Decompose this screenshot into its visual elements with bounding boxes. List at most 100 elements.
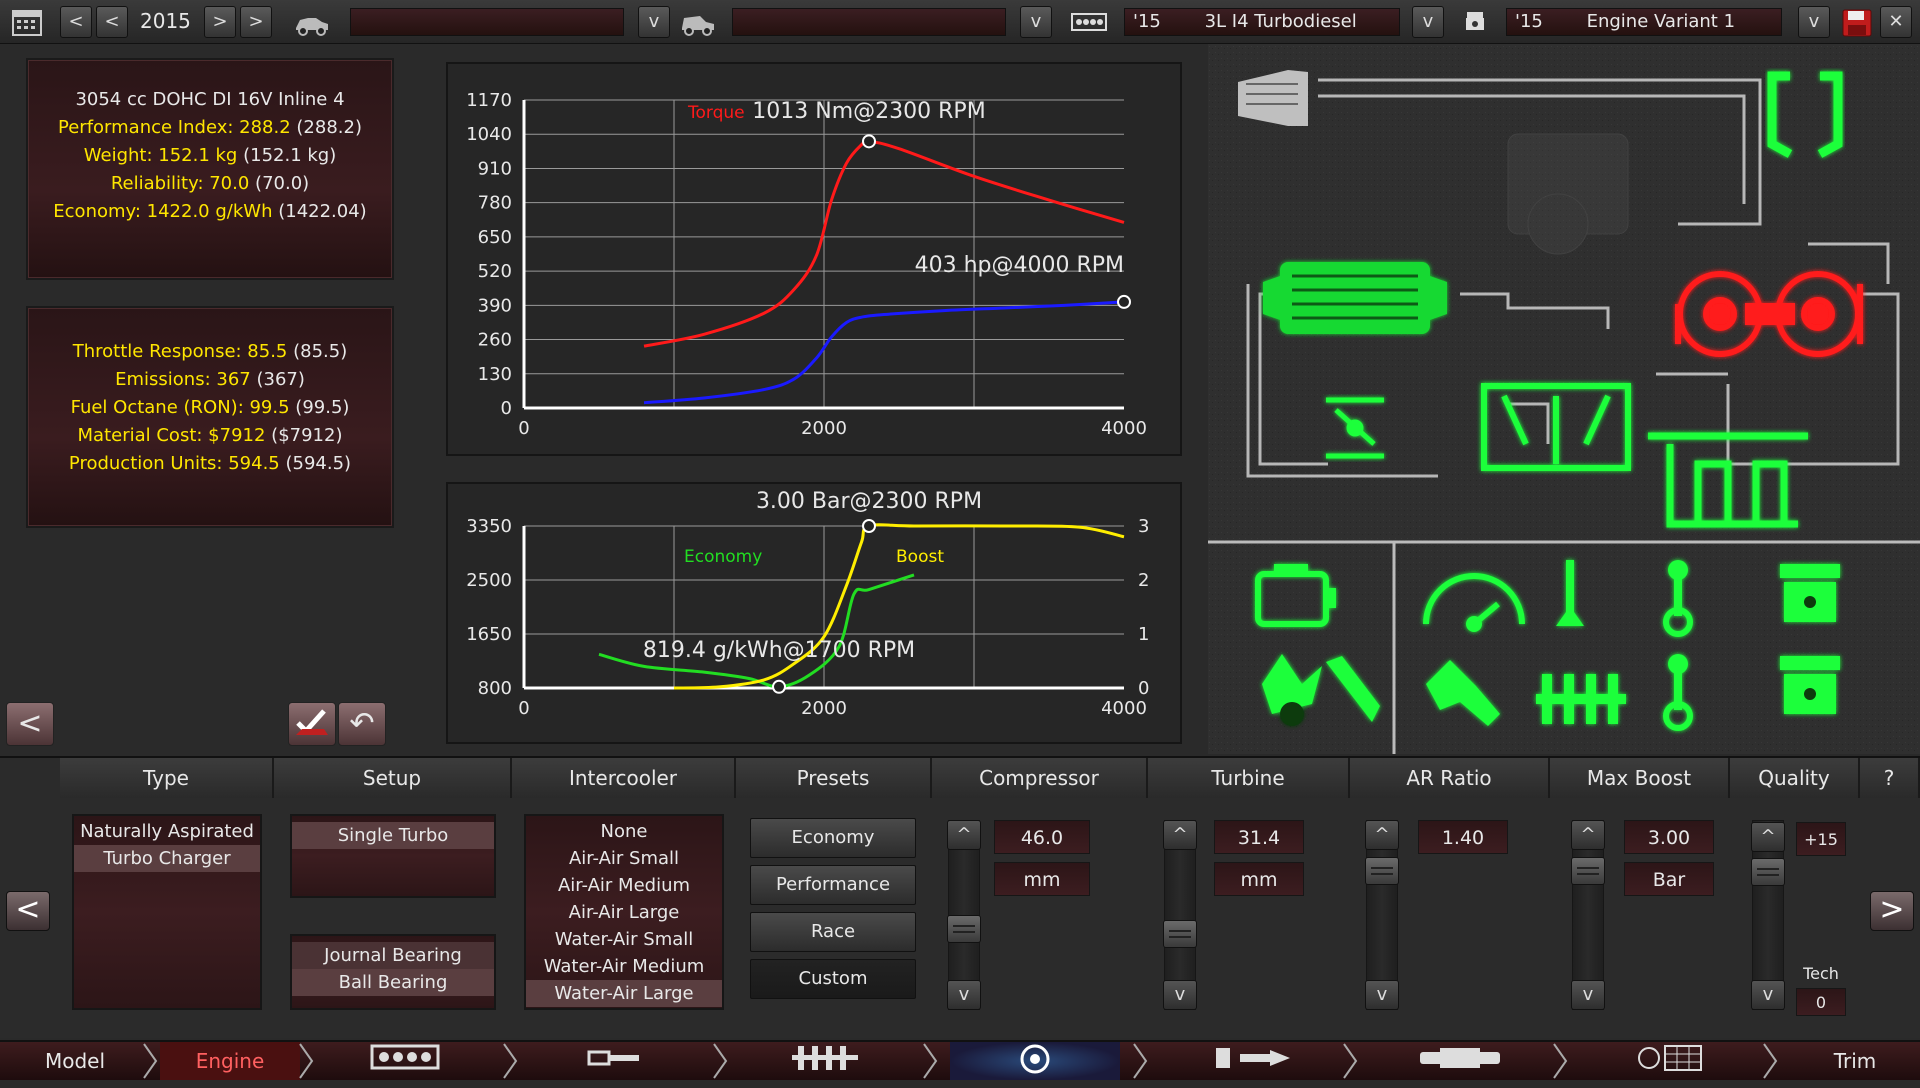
economy-legend-label: Economy <box>684 547 762 567</box>
undo-button[interactable]: ↶ <box>338 702 386 746</box>
chevron-right-icon <box>1550 1042 1570 1080</box>
engine-name: 3L I4 Turbodiesel <box>1204 11 1357 32</box>
intercooler-option[interactable]: Water-Air Small <box>526 926 722 953</box>
quality-up-button[interactable]: ^ <box>1751 822 1785 852</box>
performance-index-stat: Performance Index: 288.2 (288.2) <box>58 117 362 138</box>
y-tick-label: 390 <box>478 295 512 316</box>
compressor-down-button[interactable]: v <box>947 980 981 1010</box>
nav-engine[interactable]: Engine <box>160 1042 300 1080</box>
y-tick-label: 800 <box>478 678 512 699</box>
y-tick-label: 130 <box>478 364 512 385</box>
chevron-right-icon <box>296 1042 316 1080</box>
preset-performance-button[interactable]: Performance <box>750 865 916 905</box>
bearing-option-journal[interactable]: Journal Bearing <box>292 942 494 969</box>
year-label: 2015 <box>140 9 191 33</box>
ar-ratio-slider-thumb[interactable] <box>1365 856 1399 885</box>
piston-alt-icon <box>1780 656 1840 714</box>
intercooler-option[interactable]: Air-Air Large <box>526 899 722 926</box>
max-boost-value: 3.00 <box>1624 820 1714 854</box>
save-icon[interactable] <box>1840 8 1874 37</box>
nav-crankshaft-icon[interactable] <box>750 1042 900 1080</box>
bearing-option-ball[interactable]: Ball Bearing <box>292 969 494 996</box>
nav-camshaft-icon[interactable] <box>540 1042 690 1080</box>
year-prev-fast-button[interactable]: < <box>60 6 92 38</box>
nav-trim[interactable]: Trim <box>1790 1042 1920 1080</box>
intercooler-option[interactable]: Air-Air Medium <box>526 872 722 899</box>
model-dropdown-button[interactable]: v <box>638 6 670 38</box>
type-option-naturally-aspirated[interactable]: Naturally Aspirated <box>74 818 260 845</box>
type-option-turbo-charger[interactable]: Turbo Charger <box>74 845 260 872</box>
intercooler-option[interactable]: Water-Air Medium <box>526 953 722 980</box>
intercooler-option[interactable]: Air-Air Small <box>526 845 722 872</box>
preset-custom-button[interactable]: Custom <box>750 959 916 999</box>
nav-block-icon[interactable] <box>330 1042 480 1080</box>
year-next-button[interactable]: > <box>204 6 236 38</box>
variant-name: Engine Variant 1 <box>1586 11 1736 32</box>
y-tick-label: 0 <box>501 398 512 419</box>
close-button[interactable]: ✕ <box>1880 6 1912 38</box>
compressor-slider-thumb[interactable] <box>947 915 981 943</box>
turbo-setup-list: Single Turbo <box>290 814 496 898</box>
turbo-schematic-svg <box>1208 44 1920 754</box>
setup-option-single-turbo[interactable]: Single Turbo <box>292 822 494 849</box>
trim-dropdown-button[interactable]: v <box>1020 6 1052 38</box>
ar-ratio-up-button[interactable]: ^ <box>1365 820 1399 850</box>
preset-economy-button[interactable]: Economy <box>750 818 916 858</box>
header-intercooler: Intercooler <box>512 758 736 798</box>
y-tick-label: 3350 <box>466 516 512 537</box>
y-tick-label: 2500 <box>466 570 512 591</box>
fuel-octane-stat: Fuel Octane (RON): 99.5 (99.5) <box>70 397 350 418</box>
quality-value: +15 <box>1796 822 1846 856</box>
turbine-slider-thumb[interactable] <box>1163 919 1197 948</box>
nav-fuel-icon[interactable] <box>1170 1042 1330 1080</box>
engine-dropdown-button[interactable]: v <box>1412 6 1444 38</box>
peak-boost-label: 3.00 Bar@2300 RPM <box>756 489 982 514</box>
trim-select-field[interactable] <box>732 8 1006 36</box>
compressor-up-button[interactable]: ^ <box>947 820 981 850</box>
y-tick-label: 910 <box>478 158 512 179</box>
previous-page-button[interactable]: < <box>6 891 50 931</box>
preset-race-button[interactable]: Race <box>750 912 916 952</box>
max-boost-down-button[interactable]: v <box>1571 980 1605 1010</box>
chevron-right-icon <box>920 1042 940 1080</box>
intercooler-option-selected[interactable]: Water-Air Large <box>526 980 722 1007</box>
x-tick-label: 4000 <box>1101 698 1147 719</box>
nav-dyno-icon[interactable] <box>1590 1042 1750 1080</box>
nav-model[interactable]: Model <box>0 1042 150 1080</box>
nav-turbo-icon[interactable] <box>950 1042 1120 1080</box>
engine-description: 3054 cc DOHC DI 16V Inline 4 <box>75 89 345 110</box>
turbine-down-button[interactable]: v <box>1163 980 1197 1010</box>
variant-select-field[interactable]: '15 Engine Variant 1 <box>1506 8 1782 36</box>
max-boost-up-button[interactable]: ^ <box>1571 820 1605 850</box>
economy-stat: Economy: 1422.0 g/kWh (1422.04) <box>53 201 367 222</box>
calendar-icon[interactable] <box>10 8 44 36</box>
model-select-field[interactable] <box>350 8 624 36</box>
engine-block-icon <box>1070 8 1108 36</box>
nav-exhaust-icon[interactable] <box>1380 1042 1540 1080</box>
y2-tick-label: 1 <box>1138 624 1149 645</box>
help-button[interactable]: ? <box>1860 758 1920 798</box>
economy-line <box>598 573 915 689</box>
ar-ratio-value: 1.40 <box>1418 820 1508 854</box>
year-next-fast-button[interactable]: > <box>240 6 272 38</box>
y2-tick-label: 2 <box>1138 570 1149 591</box>
bottom-nav-bar: Model Engine Trim <box>0 1040 1920 1080</box>
max-boost-slider-thumb[interactable] <box>1571 856 1605 885</box>
ar-ratio-down-button[interactable]: v <box>1365 980 1399 1010</box>
chevron-right-icon <box>500 1042 520 1080</box>
variant-dropdown-button[interactable]: v <box>1798 6 1830 38</box>
intercooler-option[interactable]: None <box>526 818 722 845</box>
chevron-right-icon <box>1760 1042 1780 1080</box>
test-engine-button[interactable] <box>288 702 336 746</box>
quality-slider-thumb[interactable] <box>1751 858 1785 887</box>
max-boost-unit: Bar <box>1624 862 1714 896</box>
back-button[interactable]: < <box>6 702 54 746</box>
compressor-unit: mm <box>994 862 1090 896</box>
next-page-button[interactable]: > <box>1870 891 1914 931</box>
piston-variant-icon <box>1458 8 1492 36</box>
top-toolbar: < < 2015 > > v v '15 3L I4 Turbodiesel v… <box>0 0 1920 44</box>
engine-select-field[interactable]: '15 3L I4 Turbodiesel <box>1124 8 1400 36</box>
turbine-up-button[interactable]: ^ <box>1163 820 1197 850</box>
quality-down-button[interactable]: v <box>1751 980 1785 1010</box>
year-prev-button[interactable]: < <box>96 6 128 38</box>
